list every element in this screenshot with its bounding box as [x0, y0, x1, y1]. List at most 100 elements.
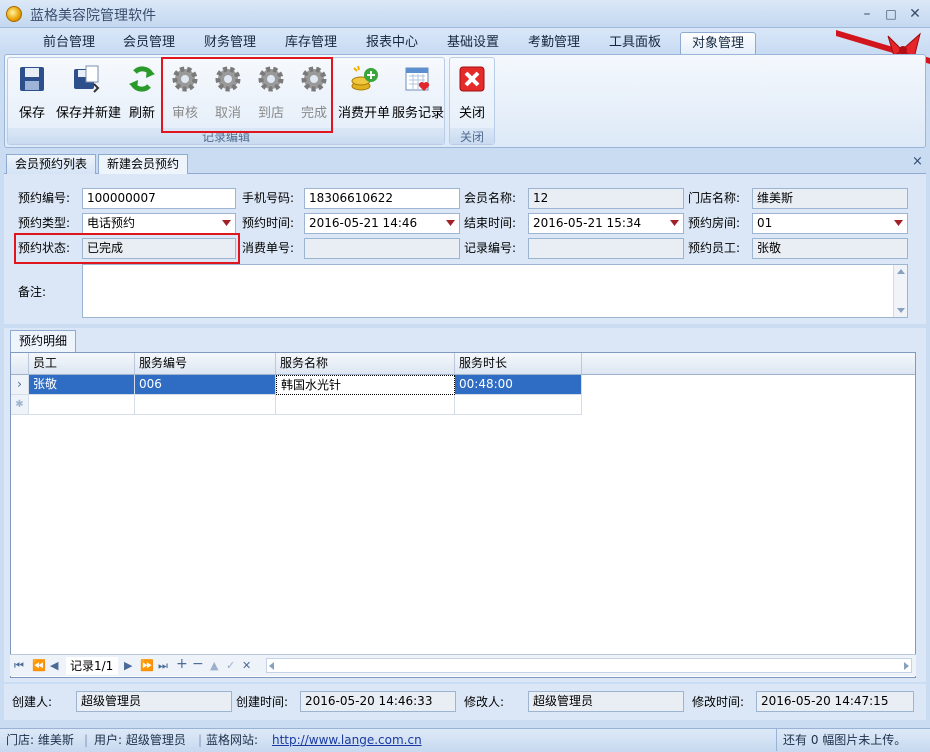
- cell-empty[interactable]: [29, 395, 135, 415]
- bill-no-label: 消费单号:: [242, 241, 295, 255]
- close-group: 关闭 关闭: [449, 57, 495, 145]
- cell-empty[interactable]: [276, 395, 455, 415]
- tab-attendance[interactable]: 考勤管理: [519, 32, 589, 54]
- next-page-icon[interactable]: ⏩: [140, 659, 154, 672]
- current-row-icon: ›: [11, 375, 29, 395]
- close-icon: [459, 66, 485, 92]
- prev-record-icon[interactable]: ◀: [50, 659, 58, 672]
- save-and-new-button[interactable]: 保存并新建: [56, 62, 121, 126]
- memo-textarea[interactable]: [82, 264, 908, 318]
- refresh-label: 刷新: [128, 106, 155, 121]
- store-name-label: 门店名称:: [688, 191, 741, 205]
- first-record-icon[interactable]: ⏮: [14, 659, 24, 673]
- document-tabs: 会员预约列表 新建会员预约 ×: [4, 152, 926, 175]
- memo-scrollbar[interactable]: [893, 265, 907, 317]
- modify-time-field: 2016-05-20 14:47:15: [756, 691, 914, 712]
- detail-grid: 员工 服务编号 服务名称 服务时长 › 张敬 006 韩国水光针 00:48:0…: [10, 352, 916, 678]
- booking-no-field[interactable]: 100000007: [82, 188, 236, 209]
- record-indicator: 记录1/1: [66, 657, 118, 675]
- tab-object-management[interactable]: 对象管理: [680, 32, 756, 54]
- add-record-icon[interactable]: +: [176, 656, 188, 672]
- grid-navigator: ⏮ ⏪ ◀ 记录1/1 ▶ ⏩ ⏭ + − ▲ ✓ ✕: [10, 654, 916, 676]
- scroll-up-icon[interactable]: [897, 269, 905, 274]
- modifier-label: 修改人:: [464, 695, 505, 709]
- tab-reports[interactable]: 报表中心: [357, 32, 427, 54]
- prev-page-icon[interactable]: ⏪: [32, 659, 46, 672]
- tab-basic-settings[interactable]: 基础设置: [438, 32, 508, 54]
- highlight-box: [14, 233, 240, 264]
- tab-new-member-booking[interactable]: 新建会员预约: [98, 154, 189, 175]
- close-label: 关闭: [458, 106, 485, 121]
- upload-status: 还有 0 幅图片未上传。: [776, 729, 928, 751]
- booking-type-value: 电话预约: [87, 216, 136, 230]
- tab-front-desk[interactable]: 前台管理: [34, 32, 104, 54]
- consume-order-button[interactable]: 消费开单: [338, 62, 390, 126]
- scroll-left-icon[interactable]: [269, 662, 274, 670]
- floppy-disk-icon: [20, 67, 44, 91]
- maximize-button[interactable]: □: [880, 4, 902, 24]
- dropdown-icon[interactable]: [670, 218, 679, 227]
- scroll-down-icon[interactable]: [897, 308, 905, 313]
- scroll-right-icon[interactable]: [904, 662, 909, 670]
- cell-empty[interactable]: [135, 395, 276, 415]
- cell-staff[interactable]: 张敬: [29, 375, 135, 395]
- booking-staff-field: 张敬: [752, 238, 908, 259]
- tab-member-booking-list[interactable]: 会员预约列表: [6, 154, 97, 174]
- booking-time-label: 预约时间:: [242, 216, 295, 230]
- tab-booking-detail[interactable]: 预约明细: [10, 330, 77, 352]
- member-name-field: 12: [528, 188, 684, 209]
- save-button[interactable]: 保存: [12, 62, 52, 126]
- tab-member[interactable]: 会员管理: [114, 32, 184, 54]
- table-row[interactable]: › 张敬 006 韩国水光针 00:48:00: [11, 375, 582, 395]
- cell-duration[interactable]: 00:48:00: [455, 375, 582, 395]
- close-tab-icon[interactable]: ×: [912, 154, 923, 169]
- booking-form: 预约编号: 100000007 手机号码: 18306610622 会员名称: …: [4, 174, 926, 324]
- dropdown-icon[interactable]: [222, 218, 231, 227]
- cell-service-name[interactable]: 韩国水光针: [276, 375, 455, 395]
- booking-time-picker[interactable]: 2016-05-21 14:46: [304, 213, 460, 234]
- cell-service-no[interactable]: 006: [135, 375, 276, 395]
- edit-record-icon[interactable]: ▲: [210, 659, 218, 672]
- next-record-icon[interactable]: ▶: [124, 659, 132, 672]
- minimize-button[interactable]: –: [856, 4, 878, 24]
- tab-finance[interactable]: 财务管理: [195, 32, 265, 54]
- column-header-duration[interactable]: 服务时长: [455, 353, 582, 375]
- cell-empty[interactable]: [455, 395, 582, 415]
- apply-edit-icon[interactable]: ✓: [226, 659, 235, 672]
- end-time-picker[interactable]: 2016-05-21 15:34: [528, 213, 684, 234]
- phone-label: 手机号码:: [242, 191, 295, 205]
- tab-inventory[interactable]: 库存管理: [276, 32, 346, 54]
- status-bar: 门店: 维美斯 | 用户: 超级管理员 | 蓝格网站: http://www.l…: [0, 728, 930, 752]
- column-header-staff[interactable]: 员工: [29, 353, 135, 375]
- column-header-service-name[interactable]: 服务名称: [276, 353, 455, 375]
- booking-no-label: 预约编号:: [18, 191, 71, 205]
- creator-label: 创建人:: [12, 695, 53, 709]
- dropdown-icon[interactable]: [894, 218, 903, 227]
- status-site-label: 蓝格网站:: [206, 733, 259, 747]
- service-record-button[interactable]: 服务记录: [392, 62, 444, 126]
- refresh-button[interactable]: 刷新: [122, 62, 162, 126]
- website-link[interactable]: http://www.lange.com.cn: [272, 729, 422, 751]
- service-record-label: 服务记录: [392, 106, 445, 121]
- detail-panel: 预约明细 员工 服务编号 服务名称 服务时长 › 张敬 006 韩国水光针 00…: [4, 328, 926, 682]
- dropdown-icon[interactable]: [446, 218, 455, 227]
- tab-tools[interactable]: 工具面板: [600, 32, 670, 54]
- window-title: 蓝格美容院管理软件: [30, 8, 156, 24]
- create-time-field: 2016-05-20 14:46:33: [300, 691, 456, 712]
- column-header-service-no[interactable]: 服务编号: [135, 353, 276, 375]
- new-row[interactable]: ✱: [11, 395, 582, 415]
- delete-record-icon[interactable]: −: [192, 656, 204, 672]
- booking-room-select[interactable]: 01: [752, 213, 908, 234]
- close-button[interactable]: 关闭: [452, 62, 492, 126]
- booking-type-select[interactable]: 电话预约: [82, 213, 236, 234]
- close-group-label: 关闭: [450, 128, 494, 144]
- close-window-button[interactable]: ✕: [904, 4, 926, 24]
- cancel-edit-icon[interactable]: ✕: [242, 659, 251, 672]
- app-logo-icon: [6, 6, 22, 22]
- horizontal-scrollbar[interactable]: [266, 658, 912, 673]
- phone-field[interactable]: 18306610622: [304, 188, 460, 209]
- creator-field: 超级管理员: [76, 691, 232, 712]
- calendar-heart-icon: [405, 67, 430, 91]
- title-bar: 蓝格美容院管理软件 – □ ✕: [0, 0, 930, 28]
- last-record-icon[interactable]: ⏭: [158, 659, 168, 673]
